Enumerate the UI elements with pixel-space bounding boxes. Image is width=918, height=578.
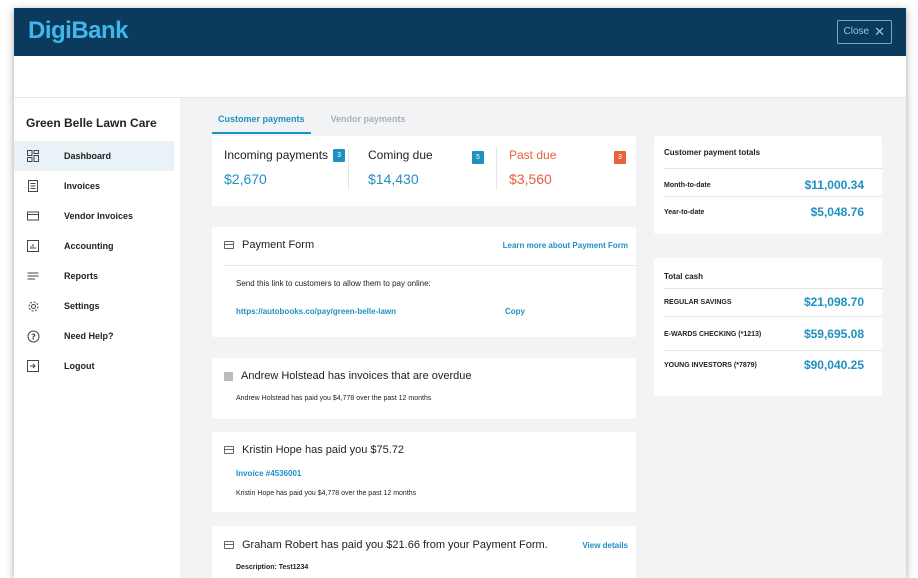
account-row[interactable]: REGULAR SAVINGS $21,098.70 [664, 295, 864, 309]
card-icon [224, 446, 234, 454]
incoming-payments[interactable]: Incoming payments 3 $2,670 [224, 148, 346, 194]
past-due-badge: 3 [614, 151, 626, 164]
invoice-link[interactable]: Invoice #4536001 [236, 469, 301, 478]
chart-icon [26, 239, 40, 253]
divider [348, 148, 349, 190]
overdue-indicator-icon [224, 371, 233, 381]
menu-icon [26, 269, 40, 283]
incoming-label: Incoming payments [224, 148, 329, 162]
payment-form-instruction: Send this link to customers to allow the… [236, 279, 431, 288]
activity-card-payment[interactable]: Kristin Hope has paid you $75.72 Invoice… [212, 432, 636, 512]
company-name: Green Belle Lawn Care [26, 116, 157, 130]
past-due-amount: $3,560 [509, 171, 552, 187]
divider [664, 288, 882, 289]
sidebar-item-label: Accounting [64, 241, 114, 251]
sidebar-item-vendor-invoices[interactable]: Vendor Invoices [14, 201, 174, 231]
invoice-icon [26, 179, 40, 193]
divider [224, 265, 636, 266]
learn-more-link[interactable]: Learn more about Payment Form [503, 241, 628, 250]
divider [496, 148, 497, 190]
tab-vendor-payments[interactable]: Vendor payments [325, 108, 412, 134]
top-bar: DigiBank Close ✕ [14, 8, 906, 56]
svg-text:?: ? [31, 332, 36, 341]
activity-detail: Andrew Holstead has paid you $4,778 over… [236, 395, 432, 402]
total-cash-title: Total cash [664, 272, 703, 281]
sidebar-item-logout[interactable]: Logout [14, 351, 174, 381]
totals-row: Year-to-date $5,048.76 [664, 205, 864, 219]
dashboard-icon [26, 149, 40, 163]
activity-card-overdue[interactable]: Andrew Holstead has invoices that are ov… [212, 358, 636, 419]
logout-icon [26, 359, 40, 373]
sidebar-nav: Dashboard Invoices Vendor Invoices Accou… [14, 141, 174, 381]
payment-tabs: Customer payments Vendor payments [212, 108, 412, 134]
gear-icon [26, 299, 40, 313]
card-icon [224, 541, 234, 549]
help-icon: ? [26, 329, 40, 343]
card-icon [224, 241, 234, 249]
coming-due[interactable]: Coming due 5 $14,430 [368, 148, 488, 194]
payment-form-url[interactable]: https://autobooks.co/pay/green-belle-law… [236, 307, 396, 316]
sidebar-item-label: Settings [64, 301, 100, 311]
payment-form-card: Payment Form Learn more about Payment Fo… [212, 227, 636, 337]
coming-due-label: Coming due [368, 148, 433, 162]
payments-summary-card: Incoming payments 3 $2,670 Coming due 5 … [212, 136, 636, 206]
activity-detail: Kristin Hope has paid you $4,778 over th… [236, 490, 417, 497]
sidebar-item-accounting[interactable]: Accounting [14, 231, 174, 261]
account-row[interactable]: E-WARDS CHECKING (*1213) $59,695.08 [664, 327, 864, 341]
activity-title: Kristin Hope has paid you $75.72 [242, 444, 405, 456]
sidebar-item-label: Dashboard [64, 151, 112, 161]
activity-description: Description: Test1234 [236, 564, 309, 571]
close-icon: ✕ [874, 24, 885, 39]
sidebar-item-settings[interactable]: Settings [14, 291, 174, 321]
activity-card-form-payment[interactable]: Graham Robert has paid you $21.66 from y… [212, 526, 636, 578]
account-row[interactable]: YOUNG INVESTORS (*7879) $90,040.25 [664, 358, 864, 372]
tab-customer-payments[interactable]: Customer payments [212, 108, 311, 134]
app-window: DigiBank Close ✕ Green Belle Lawn Care D… [14, 8, 906, 578]
activity-title: Andrew Holstead has invoices that are ov… [241, 370, 472, 382]
view-details-link[interactable]: View details [582, 541, 628, 550]
coming-due-amount: $14,430 [368, 171, 419, 187]
incoming-badge: 3 [333, 148, 346, 162]
sidebar-item-reports[interactable]: Reports [14, 261, 174, 291]
activity-title: Graham Robert has paid you $21.66 from y… [242, 539, 548, 551]
past-due-label: Past due [509, 148, 557, 162]
sidebar-item-label: Need Help? [64, 331, 114, 341]
close-label: Close [843, 26, 870, 37]
totals-row: Month-to-date $11,000.34 [664, 178, 864, 192]
incoming-amount: $2,670 [224, 171, 267, 187]
sidebar-item-invoices[interactable]: Invoices [14, 171, 174, 201]
card-icon [26, 209, 40, 223]
sidebar-item-label: Reports [64, 271, 99, 281]
sidebar-item-label: Logout [64, 361, 95, 371]
past-due[interactable]: Past due 3 $3,560 [509, 148, 629, 194]
sidebar-item-need-help[interactable]: ? Need Help? [14, 321, 174, 351]
payment-form-title: Payment Form [242, 239, 315, 251]
payment-totals-title: Customer payment totals [664, 148, 761, 157]
coming-due-badge: 5 [472, 151, 484, 164]
sidebar-item-label: Vendor Invoices [64, 211, 134, 221]
total-cash-card: Total cash REGULAR SAVINGS $21,098.70 E-… [654, 258, 882, 396]
divider [664, 316, 882, 317]
sub-header [14, 56, 906, 98]
sidebar-item-label: Invoices [64, 181, 101, 191]
digibank-logo: DigiBank [28, 17, 129, 44]
sidebar: Green Belle Lawn Care Dashboard Invoices… [14, 98, 180, 578]
close-button[interactable]: Close ✕ [836, 20, 892, 44]
divider [664, 168, 882, 169]
divider [664, 196, 882, 197]
main-content: Customer payments Vendor payments Incomi… [180, 98, 906, 578]
payment-totals-card: Customer payment totals Month-to-date $1… [654, 136, 882, 234]
copy-link-button[interactable]: Copy [505, 307, 525, 316]
sidebar-item-dashboard[interactable]: Dashboard [14, 141, 174, 171]
divider [664, 350, 882, 351]
